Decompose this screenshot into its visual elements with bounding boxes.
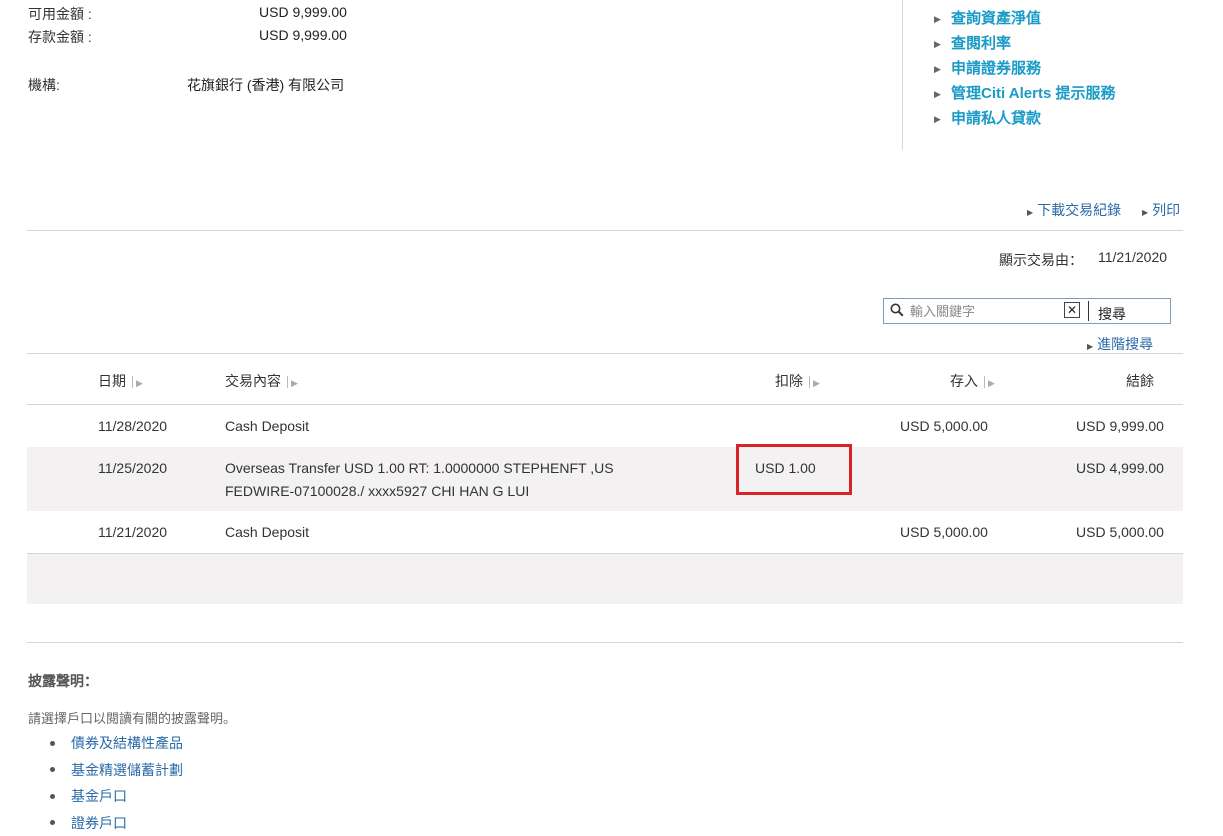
column-header-balance: 結餘 — [1126, 371, 1154, 391]
triangle-right-icon: ▶ — [934, 58, 951, 80]
column-header-date-label: 日期 — [98, 373, 126, 389]
quick-link-label[interactable]: 查詢資產淨值 — [951, 8, 1041, 30]
search-input[interactable] — [910, 301, 1060, 321]
bullet-icon — [50, 820, 55, 825]
print-label[interactable]: 列印 — [1152, 202, 1180, 218]
quick-link-label[interactable]: 查閱利率 — [951, 33, 1011, 55]
triangle-right-icon: ▶ — [1027, 208, 1033, 217]
triangle-right-icon: ▶ — [934, 8, 951, 30]
disclosure-link[interactable]: 證券戶口 — [71, 812, 127, 834]
list-item[interactable]: 證券戶口 — [50, 810, 183, 836]
advanced-search-label[interactable]: 進階搜尋 — [1097, 336, 1153, 352]
row-date: 11/28/2020 — [98, 418, 167, 434]
advanced-search-link[interactable]: ▶ 進階搜尋 — [1087, 334, 1153, 354]
disclosure-divider — [27, 642, 1183, 643]
quick-link-personal-loan[interactable]: ▶申請私人貸款 — [934, 106, 1115, 131]
column-header-credit[interactable]: 存入 ▶ — [950, 371, 995, 391]
search-button[interactable]: 搜尋 — [1098, 304, 1126, 324]
row-balance: USD 5,000.00 — [1076, 524, 1164, 540]
row-credit: USD 5,000.00 — [900, 418, 988, 434]
row-description: Cash Deposit — [225, 418, 309, 434]
sort-icon[interactable]: ▶ — [809, 376, 820, 389]
divider — [27, 230, 1183, 231]
available-balance-label: 可用金額 : — [28, 4, 92, 24]
disclosure-list: 債券及結構性產品 基金精選儲蓄計劃 基金戶口 證券戶口 — [50, 730, 183, 836]
disclosure-link[interactable]: 基金精選儲蓄計劃 — [71, 759, 183, 781]
download-transactions-link[interactable]: ▶ 下載交易紀錄 — [1027, 200, 1121, 220]
disclosure-title: 披露聲明： — [28, 671, 98, 691]
print-link[interactable]: ▶ 列印 — [1142, 200, 1180, 220]
quick-link-label[interactable]: 申請證券服務 — [951, 58, 1041, 80]
search-box: ✕ 搜尋 — [883, 298, 1171, 324]
table-footer — [27, 554, 1183, 604]
column-header-description[interactable]: 交易內容 ▶ — [225, 371, 298, 391]
quick-link-label[interactable]: 申請私人貸款 — [951, 108, 1041, 130]
column-header-credit-label: 存入 — [950, 373, 978, 389]
row-credit: USD 5,000.00 — [900, 524, 988, 540]
row-description-line1: Overseas Transfer USD 1.00 RT: 1.0000000… — [225, 460, 614, 476]
table-top-divider — [27, 353, 1183, 354]
sort-icon[interactable]: ▶ — [132, 376, 143, 389]
row-balance: USD 9,999.00 — [1076, 418, 1164, 434]
search-separator — [1088, 301, 1089, 321]
quick-links-list: ▶查詢資產淨值 ▶查閱利率 ▶申請證券服務 ▶管理Citi Alerts 提示服… — [934, 6, 1115, 131]
bullet-icon — [50, 767, 55, 772]
institution-label: 機構: — [28, 75, 60, 95]
deposit-balance-label: 存款金額 : — [28, 27, 92, 47]
triangle-right-icon: ▶ — [934, 33, 951, 55]
bullet-icon — [50, 741, 55, 746]
triangle-right-icon: ▶ — [934, 108, 951, 130]
list-item[interactable]: 基金精選儲蓄計劃 — [50, 757, 183, 784]
column-header-date[interactable]: 日期 ▶ — [98, 371, 143, 391]
quick-link-alerts[interactable]: ▶管理Citi Alerts 提示服務 — [934, 81, 1115, 106]
disclosure-link[interactable]: 基金戶口 — [71, 785, 127, 807]
row-description-line2: FEDWIRE-07100028./ xxxx5927 CHI HAN G LU… — [225, 483, 529, 499]
row-date: 11/25/2020 — [98, 460, 167, 476]
available-balance-value: USD 9,999.00 — [259, 4, 347, 20]
date-filter-label: 顯示交易由： — [999, 250, 1083, 270]
quick-links-divider — [902, 0, 903, 150]
column-header-debit[interactable]: 扣除 ▶ — [775, 371, 820, 391]
quick-link-rates[interactable]: ▶查閱利率 — [934, 31, 1115, 56]
table-row: 11/28/2020 Cash Deposit USD 5,000.00 USD… — [27, 405, 1183, 447]
row-balance: USD 4,999.00 — [1076, 460, 1164, 476]
bullet-icon — [50, 794, 55, 799]
disclosure-link[interactable]: 債券及結構性產品 — [71, 732, 183, 754]
quick-link-nav-value[interactable]: ▶查詢資產淨值 — [934, 6, 1115, 31]
triangle-right-icon: ▶ — [1087, 342, 1093, 351]
institution-value: 花旗銀行 (香港) 有限公司 — [187, 75, 344, 95]
quick-link-securities[interactable]: ▶申請證券服務 — [934, 56, 1115, 81]
column-header-description-label: 交易內容 — [225, 373, 281, 389]
triangle-right-icon: ▶ — [1142, 208, 1148, 217]
clear-search-icon[interactable]: ✕ — [1064, 302, 1080, 318]
triangle-right-icon: ▶ — [934, 83, 951, 105]
list-item[interactable]: 債券及結構性產品 — [50, 730, 183, 757]
column-header-debit-label: 扣除 — [775, 373, 803, 389]
highlight-box — [736, 444, 852, 495]
quick-link-label[interactable]: 管理Citi Alerts 提示服務 — [951, 83, 1115, 105]
date-filter-value[interactable]: 11/21/2020 — [1098, 249, 1167, 265]
sort-icon[interactable]: ▶ — [984, 376, 995, 389]
disclosure-text: 請選擇戶口以閱讀有關的披露聲明。 — [28, 708, 236, 727]
sort-icon[interactable]: ▶ — [287, 376, 298, 389]
search-icon — [890, 303, 904, 320]
table-row: 11/25/2020 Overseas Transfer USD 1.00 RT… — [27, 447, 1183, 511]
row-date: 11/21/2020 — [98, 524, 167, 540]
list-item[interactable]: 基金戶口 — [50, 783, 183, 810]
download-transactions-label[interactable]: 下載交易紀錄 — [1037, 202, 1121, 218]
table-row: 11/21/2020 Cash Deposit USD 5,000.00 USD… — [27, 511, 1183, 553]
deposit-balance-value: USD 9,999.00 — [259, 27, 347, 43]
row-description: Cash Deposit — [225, 524, 309, 540]
